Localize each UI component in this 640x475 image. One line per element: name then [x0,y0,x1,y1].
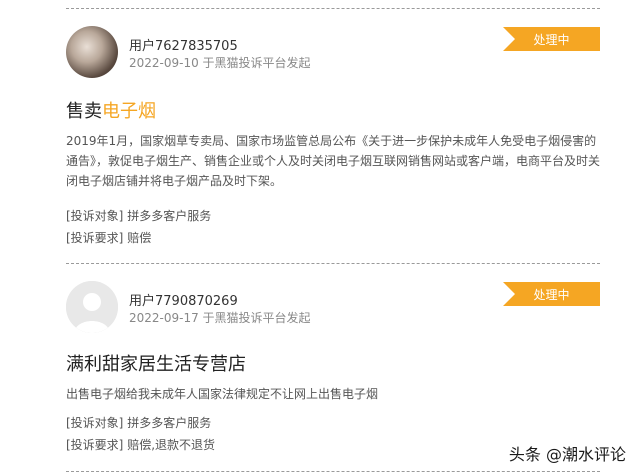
request-label: [投诉要求] [66,231,124,245]
divider-top [66,8,600,9]
request-value: 赔偿,退款不退货 [127,438,216,452]
complaint-date-platform: 2022-09-17 于黑猫投诉平台发起 [129,311,311,325]
target-label: [投诉对象] [66,209,124,223]
complaint-target: [投诉对象] 拼多多客户服务 [66,207,211,224]
complaint-target: [投诉对象] 拼多多客户服务 [66,414,211,431]
username[interactable]: 用户7627835705 [129,35,238,54]
divider-middle [66,263,600,264]
status-badge: 处理中 [503,282,600,306]
user-avatar [66,26,118,78]
title-text: 满利甜家居生活专营店 [66,354,246,375]
status-badge: 处理中 [503,27,600,51]
default-avatar-icon [66,281,118,333]
complaint-title[interactable]: 售卖电子烟 [66,97,156,123]
complaint-body: 出售电子烟给我未成年人国家法律规定不让网上出售电子烟 [66,387,379,401]
title-text: 售卖 [66,101,102,122]
request-label: [投诉要求] [66,438,124,452]
target-label: [投诉对象] [66,416,124,430]
complaint-title[interactable]: 满利甜家居生活专营店 [66,350,246,376]
target-value: 拼多多客户服务 [127,209,212,223]
title-highlight: 电子烟 [102,101,156,122]
request-value: 赔偿 [127,231,152,245]
complaint-request: [投诉要求] 赔偿 [66,229,151,246]
username[interactable]: 用户7790870269 [129,290,238,309]
complaint-date-platform: 2022-09-10 于黑猫投诉平台发起 [129,56,311,70]
divider-bottom [66,471,600,472]
watermark: 头条 @潮水评论 [508,445,626,464]
person-silhouette-icon [66,281,118,333]
complaint-request: [投诉要求] 赔偿,退款不退货 [66,436,215,453]
target-value: 拼多多客户服务 [127,416,212,430]
complaint-body: 2019年1月，国家烟草专卖局、国家市场监管总局公布《关于进一步保护未成年人免受… [66,134,601,188]
